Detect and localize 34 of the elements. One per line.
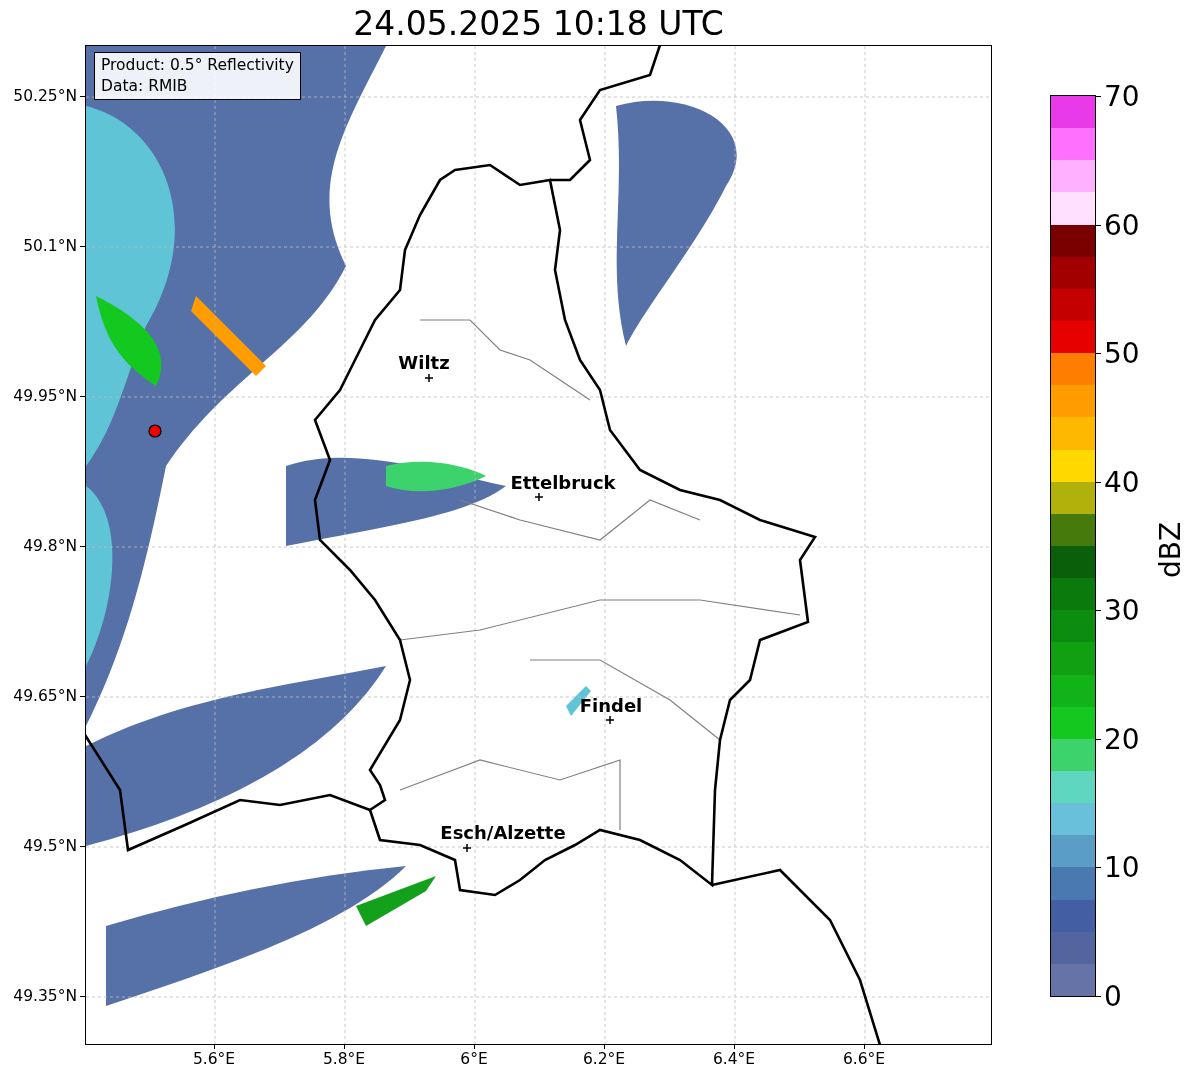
scale-tick-label: 30: [1104, 593, 1140, 627]
latitude-label: 49.95°N: [13, 387, 77, 405]
scale-tick-label: 0: [1104, 979, 1122, 1013]
info-text: Product: 0.5° Reflectivity: [101, 55, 294, 76]
city-marker-icon: [535, 493, 543, 501]
scale-unit-label: dBZ: [1153, 521, 1184, 579]
city-label: Esch/Alzette: [440, 821, 566, 843]
scale-tick-label: 70: [1104, 79, 1140, 113]
longitude-label: 6.6°E: [842, 1050, 886, 1068]
scale-tick-label: 60: [1104, 208, 1140, 242]
scale-tick-label: 20: [1104, 722, 1140, 756]
latitude-label: 49.35°N: [13, 987, 77, 1005]
latitude-label: 49.8°N: [23, 537, 77, 555]
latitude-label: 49.65°N: [13, 687, 77, 705]
city-marker-icon: [463, 844, 471, 852]
info-text: Data: RMIB: [101, 76, 189, 97]
longitude-label: 6°E: [460, 1050, 488, 1068]
city-label: Ettelbruck: [510, 471, 616, 493]
city-label: Findel: [579, 694, 643, 716]
scale-tick-label: 50: [1104, 336, 1140, 370]
latitude-label: 50.1°N: [23, 237, 77, 255]
scale-tick-label: 10: [1104, 850, 1140, 884]
scale-tick-label: 40: [1104, 465, 1140, 499]
city-label: Wiltz: [398, 351, 450, 373]
city-marker-icon: [606, 716, 614, 724]
longitude-label: 5.6°E: [192, 1050, 236, 1068]
longitude-label: 6.2°E: [582, 1050, 626, 1068]
longitude-label: 6.4°E: [712, 1050, 756, 1068]
latitude-label: 50.25°N: [13, 87, 77, 105]
chart-title: 24.05.2025 10:18 UTC: [352, 4, 725, 44]
city-marker-icon: [425, 374, 433, 382]
longitude-label: 5.8°E: [322, 1050, 366, 1068]
latitude-label: 49.5°N: [23, 837, 77, 855]
radar-site-icon: [148, 424, 162, 438]
